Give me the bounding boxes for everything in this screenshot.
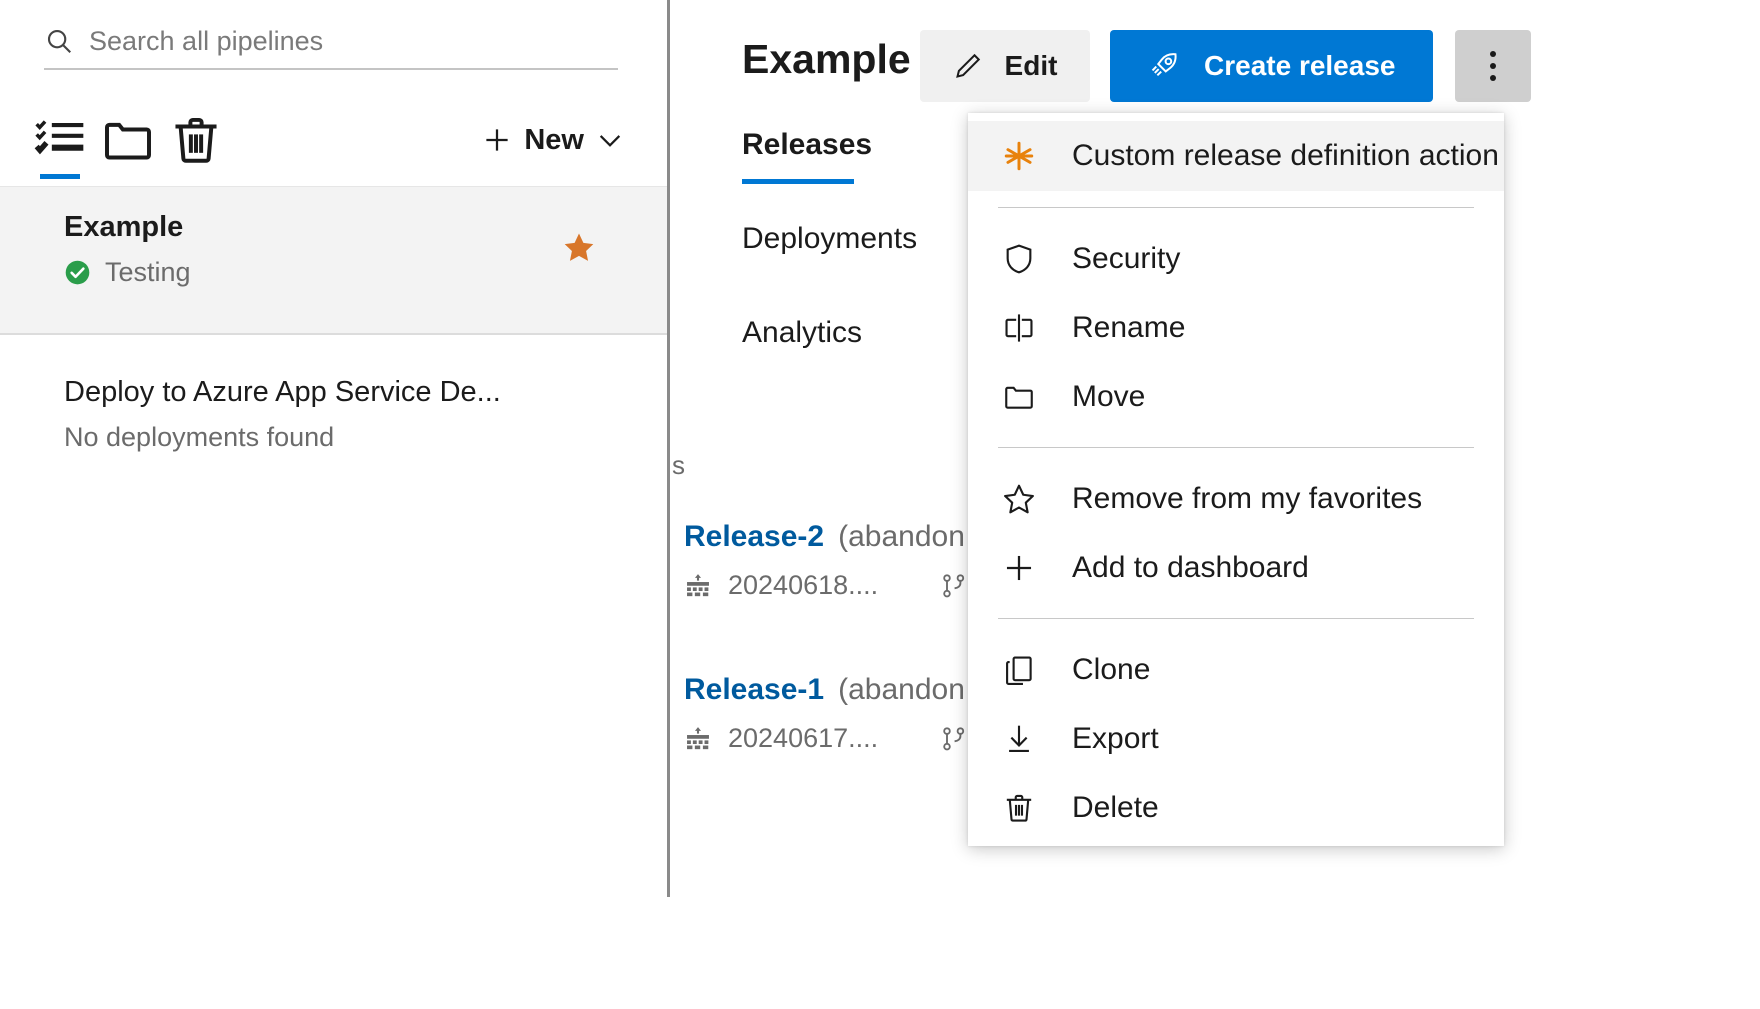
search-bar[interactable] [44, 14, 618, 70]
menu-item-remove-from-my-favorites[interactable]: Remove from my favorites [968, 464, 1504, 533]
star-filled-icon[interactable] [562, 231, 596, 265]
menu-item-delete[interactable]: Delete [968, 773, 1504, 842]
menu-item-label: Security [1072, 242, 1180, 276]
menu-separator [998, 618, 1474, 619]
menu-item-label: Add to dashboard [1072, 551, 1309, 585]
folder-icon [1002, 380, 1036, 414]
download-icon [1002, 722, 1036, 756]
star-outline-icon [1002, 482, 1036, 516]
menu-item-custom-release-definition-action[interactable]: Custom release definition action [968, 121, 1504, 191]
menu-item-label: Rename [1072, 311, 1185, 345]
menu-item-export[interactable]: Export [968, 704, 1504, 773]
edit-button[interactable]: Edit [920, 30, 1090, 102]
header-actions: Edit Create release [920, 30, 1531, 102]
tab-analytics[interactable]: Analytics [742, 316, 917, 350]
shield-icon [1002, 242, 1036, 276]
success-check-icon [64, 259, 91, 286]
build-artifact-icon [684, 725, 712, 753]
search-input[interactable] [89, 26, 618, 57]
asterisk-icon [1002, 139, 1036, 173]
menu-item-rename[interactable]: Rename [968, 293, 1504, 362]
build-number: 20240618.... [728, 570, 878, 601]
pipeline-status: No deployments found [64, 422, 638, 453]
pipeline-status-text: No deployments found [64, 422, 334, 453]
pipeline-status-text: Testing [105, 257, 191, 288]
release-link[interactable]: Release-1 [684, 673, 824, 707]
pipeline-list-item-example[interactable]: Example Testing [0, 187, 668, 335]
menu-item-label: Delete [1072, 791, 1159, 825]
menu-separator [998, 447, 1474, 448]
release-state: (abandon [838, 673, 965, 707]
tab-label: Analytics [742, 316, 862, 349]
new-button-label: New [524, 124, 584, 157]
tab-deployments[interactable]: Deployments [742, 222, 917, 256]
pipeline-status: Testing [64, 257, 638, 288]
active-tab-indicator [40, 174, 80, 179]
release-link[interactable]: Release-2 [684, 520, 824, 554]
menu-item-label: Move [1072, 380, 1145, 414]
branch-icon [940, 725, 968, 753]
pipelines-sidebar: New Example Testing [0, 0, 744, 1009]
menu-item-label: Export [1072, 722, 1159, 756]
rocket-icon [1148, 50, 1180, 82]
chevron-down-icon [596, 126, 624, 154]
plus-icon [1002, 551, 1036, 585]
context-menu: Custom release definition action Securit… [968, 113, 1504, 846]
edit-button-label: Edit [1005, 50, 1058, 82]
menu-item-add-to-dashboard[interactable]: Add to dashboard [968, 533, 1504, 602]
create-release-button[interactable]: Create release [1110, 30, 1433, 102]
app-root: New Example Testing [0, 0, 1760, 1009]
more-actions-button[interactable] [1455, 30, 1531, 102]
create-release-label: Create release [1204, 50, 1395, 82]
tab-active-indicator [742, 179, 854, 184]
menu-item-label: Clone [1072, 653, 1150, 687]
all-pipelines-icon[interactable] [32, 112, 88, 168]
pipeline-list-item-deploy[interactable]: Deploy to Azure App Service De... No dep… [0, 352, 668, 472]
pencil-icon [953, 51, 983, 81]
release-state: (abandon [838, 520, 965, 554]
tab-label: Releases [742, 128, 872, 161]
new-button[interactable]: New [482, 110, 624, 170]
folder-icon[interactable] [100, 112, 156, 168]
menu-item-move[interactable]: Move [968, 362, 1504, 431]
menu-item-label: Remove from my favorites [1072, 482, 1422, 516]
build-artifact-icon [684, 572, 712, 600]
pipeline-title: Deploy to Azure App Service De... [64, 374, 638, 412]
copy-icon [1002, 653, 1036, 687]
more-vertical-icon [1490, 51, 1496, 81]
build-number: 20240617.... [728, 723, 878, 754]
page-tabs: Releases Deployments Analytics [742, 128, 917, 350]
branch-icon [940, 572, 968, 600]
clipped-text-fragment: s [672, 450, 685, 481]
tab-releases[interactable]: Releases [742, 128, 917, 162]
menu-item-clone[interactable]: Clone [968, 635, 1504, 704]
plus-icon [482, 125, 512, 155]
menu-separator [998, 207, 1474, 208]
pipelines-toolbar: New [0, 108, 670, 184]
rename-icon [1002, 311, 1036, 345]
recycle-bin-icon[interactable] [168, 112, 224, 168]
page-title: Example [742, 36, 911, 83]
trash-icon [1002, 791, 1036, 825]
menu-item-label: Custom release definition action [1072, 139, 1499, 173]
menu-item-security[interactable]: Security [968, 224, 1504, 293]
pipeline-title: Example [64, 209, 638, 247]
tab-label: Deployments [742, 222, 917, 255]
search-icon [44, 26, 74, 56]
